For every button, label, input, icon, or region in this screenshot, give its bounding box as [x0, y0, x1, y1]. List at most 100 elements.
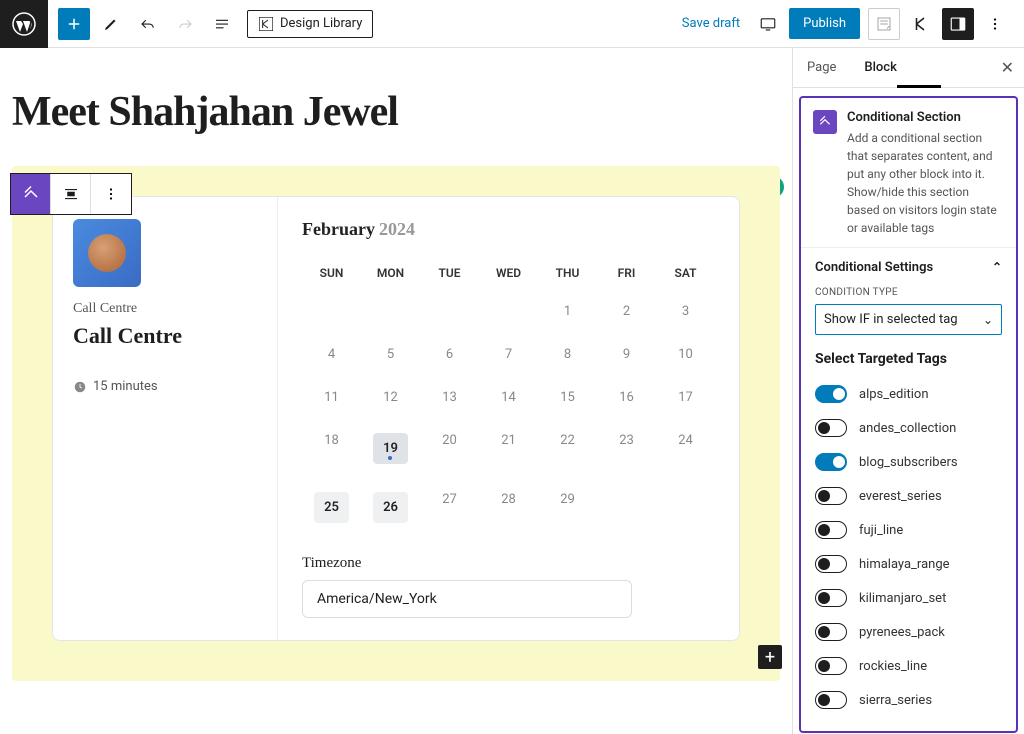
calendar-day: [479, 290, 538, 333]
add-block-button[interactable]: [58, 8, 90, 40]
append-block-button[interactable]: +: [758, 645, 782, 669]
tag-toggle[interactable]: [815, 385, 847, 403]
condition-type-select[interactable]: Show IF in selected tag ⌄: [815, 304, 1002, 335]
sidebar-icon: [949, 15, 967, 33]
block-toolbar: [10, 173, 132, 215]
desktop-icon: [759, 15, 777, 33]
editor-canvas[interactable]: Meet Shahjahan Jewel ▾ G Call Centre Cal…: [0, 48, 792, 734]
block-description: Add a conditional section that separates…: [847, 129, 1004, 237]
calendar-day: 22: [538, 419, 597, 478]
wordpress-logo[interactable]: [0, 0, 48, 48]
design-library-button[interactable]: Design Library: [247, 10, 373, 38]
calendar-day: 20: [420, 419, 479, 478]
redo-button[interactable]: [169, 8, 201, 40]
preview-button[interactable]: [752, 8, 784, 40]
calendar-day: 28: [479, 478, 538, 537]
calendar-day: 23: [597, 419, 656, 478]
tag-label: andes_collection: [859, 421, 956, 436]
settings-sidebar-button[interactable]: [942, 8, 974, 40]
tag-label: alps_edition: [859, 387, 929, 402]
calendar-day-header: SAT: [656, 256, 715, 290]
conditional-settings-toggle[interactable]: Conditional Settings ⌃: [801, 247, 1016, 287]
tag-toggle[interactable]: [815, 657, 847, 675]
align-button[interactable]: [51, 174, 91, 214]
wordpress-icon: [12, 12, 36, 36]
targeted-tags-heading: Select Targeted Tags: [815, 351, 1002, 367]
tab-page[interactable]: Page: [793, 48, 850, 87]
undo-button[interactable]: [132, 8, 164, 40]
calendar-day: 15: [538, 376, 597, 419]
timezone-label: Timezone: [302, 555, 715, 572]
tag-row: everest_series: [815, 479, 1002, 513]
calendar-day: 13: [420, 376, 479, 419]
calendar-day-header: THU: [538, 256, 597, 290]
calendar-header: February2024: [302, 219, 715, 240]
publish-button[interactable]: Publish: [789, 8, 860, 39]
block-type-button[interactable]: [11, 174, 51, 214]
conditional-section-block[interactable]: Call Centre Call Centre 15 minutes Febru…: [12, 166, 780, 681]
page-title[interactable]: Meet Shahjahan Jewel: [12, 88, 792, 136]
calendar-day[interactable]: 26: [361, 478, 420, 537]
calendar-day: 8: [538, 333, 597, 376]
tab-block[interactable]: Block: [850, 48, 910, 87]
tag-row: sierra_series: [815, 683, 1002, 717]
close-sidebar-button[interactable]: ✕: [991, 48, 1024, 87]
calendar-day: [420, 290, 479, 333]
tag-toggle[interactable]: [815, 419, 847, 437]
tag-row: rockies_line: [815, 649, 1002, 683]
booking-card: Call Centre Call Centre 15 minutes Febru…: [52, 196, 740, 641]
calendar-day: 11: [302, 376, 361, 419]
calendar-day: 29: [538, 478, 597, 537]
tag-row: blog_subscribers: [815, 445, 1002, 479]
document-overview-button[interactable]: [206, 8, 238, 40]
calendar-day-header: WED: [479, 256, 538, 290]
tag-toggle[interactable]: [815, 589, 847, 607]
tag-toggle[interactable]: [815, 487, 847, 505]
calendar-day: 1: [538, 290, 597, 333]
tag-label: rockies_line: [859, 659, 927, 674]
kadence-icon: [258, 16, 274, 32]
calendar-day-header: TUE: [420, 256, 479, 290]
calendar-day[interactable]: 19: [361, 419, 420, 478]
condition-type-value: Show IF in selected tag: [824, 312, 958, 327]
more-options-button[interactable]: [979, 8, 1011, 40]
tag-label: pyrenees_pack: [859, 625, 945, 640]
save-draft-button[interactable]: Save draft: [682, 16, 740, 31]
calendar-day: [597, 478, 656, 537]
tag-label: everest_series: [859, 489, 942, 504]
host-avatar: [73, 219, 141, 287]
calendar-grid: SUNMONTUEWEDTHUFRISAT 123456789101112131…: [302, 256, 715, 537]
booking-duration: 15 minutes: [73, 379, 257, 394]
calendar-day: 18: [302, 419, 361, 478]
yoast-button[interactable]: [868, 8, 900, 40]
calendar-day-header: MON: [361, 256, 420, 290]
calendar-day: 27: [420, 478, 479, 537]
tag-toggle[interactable]: [815, 453, 847, 471]
tag-row: himalaya_range: [815, 547, 1002, 581]
edit-button[interactable]: [95, 8, 127, 40]
calendar-day[interactable]: 25: [302, 478, 361, 537]
tag-toggle[interactable]: [815, 555, 847, 573]
condition-type-label: CONDITION TYPE: [815, 287, 1002, 298]
block-more-button[interactable]: [91, 174, 131, 214]
tag-row: fuji_line: [815, 513, 1002, 547]
conditional-block-icon: [22, 185, 40, 203]
tag-toggle[interactable]: [815, 623, 847, 641]
calendar-day: 14: [479, 376, 538, 419]
plus-icon: [65, 15, 83, 33]
kadence-settings-button[interactable]: [905, 8, 937, 40]
calendar-day: [302, 290, 361, 333]
timezone-select[interactable]: America/New_York: [302, 580, 632, 618]
tag-toggle[interactable]: [815, 691, 847, 709]
block-name: Conditional Section: [847, 110, 1004, 125]
chevron-up-icon: ⌃: [992, 260, 1002, 275]
chevron-down-icon: ⌄: [983, 313, 993, 327]
dots-vertical-icon: [102, 185, 120, 203]
timezone-value: America/New_York: [317, 591, 437, 607]
calendar-day: 9: [597, 333, 656, 376]
tag-toggle[interactable]: [815, 521, 847, 539]
booking-title: Call Centre: [73, 323, 257, 349]
calendar-year: 2024: [379, 219, 415, 239]
calendar-day: 6: [420, 333, 479, 376]
calendar-day-header: FRI: [597, 256, 656, 290]
